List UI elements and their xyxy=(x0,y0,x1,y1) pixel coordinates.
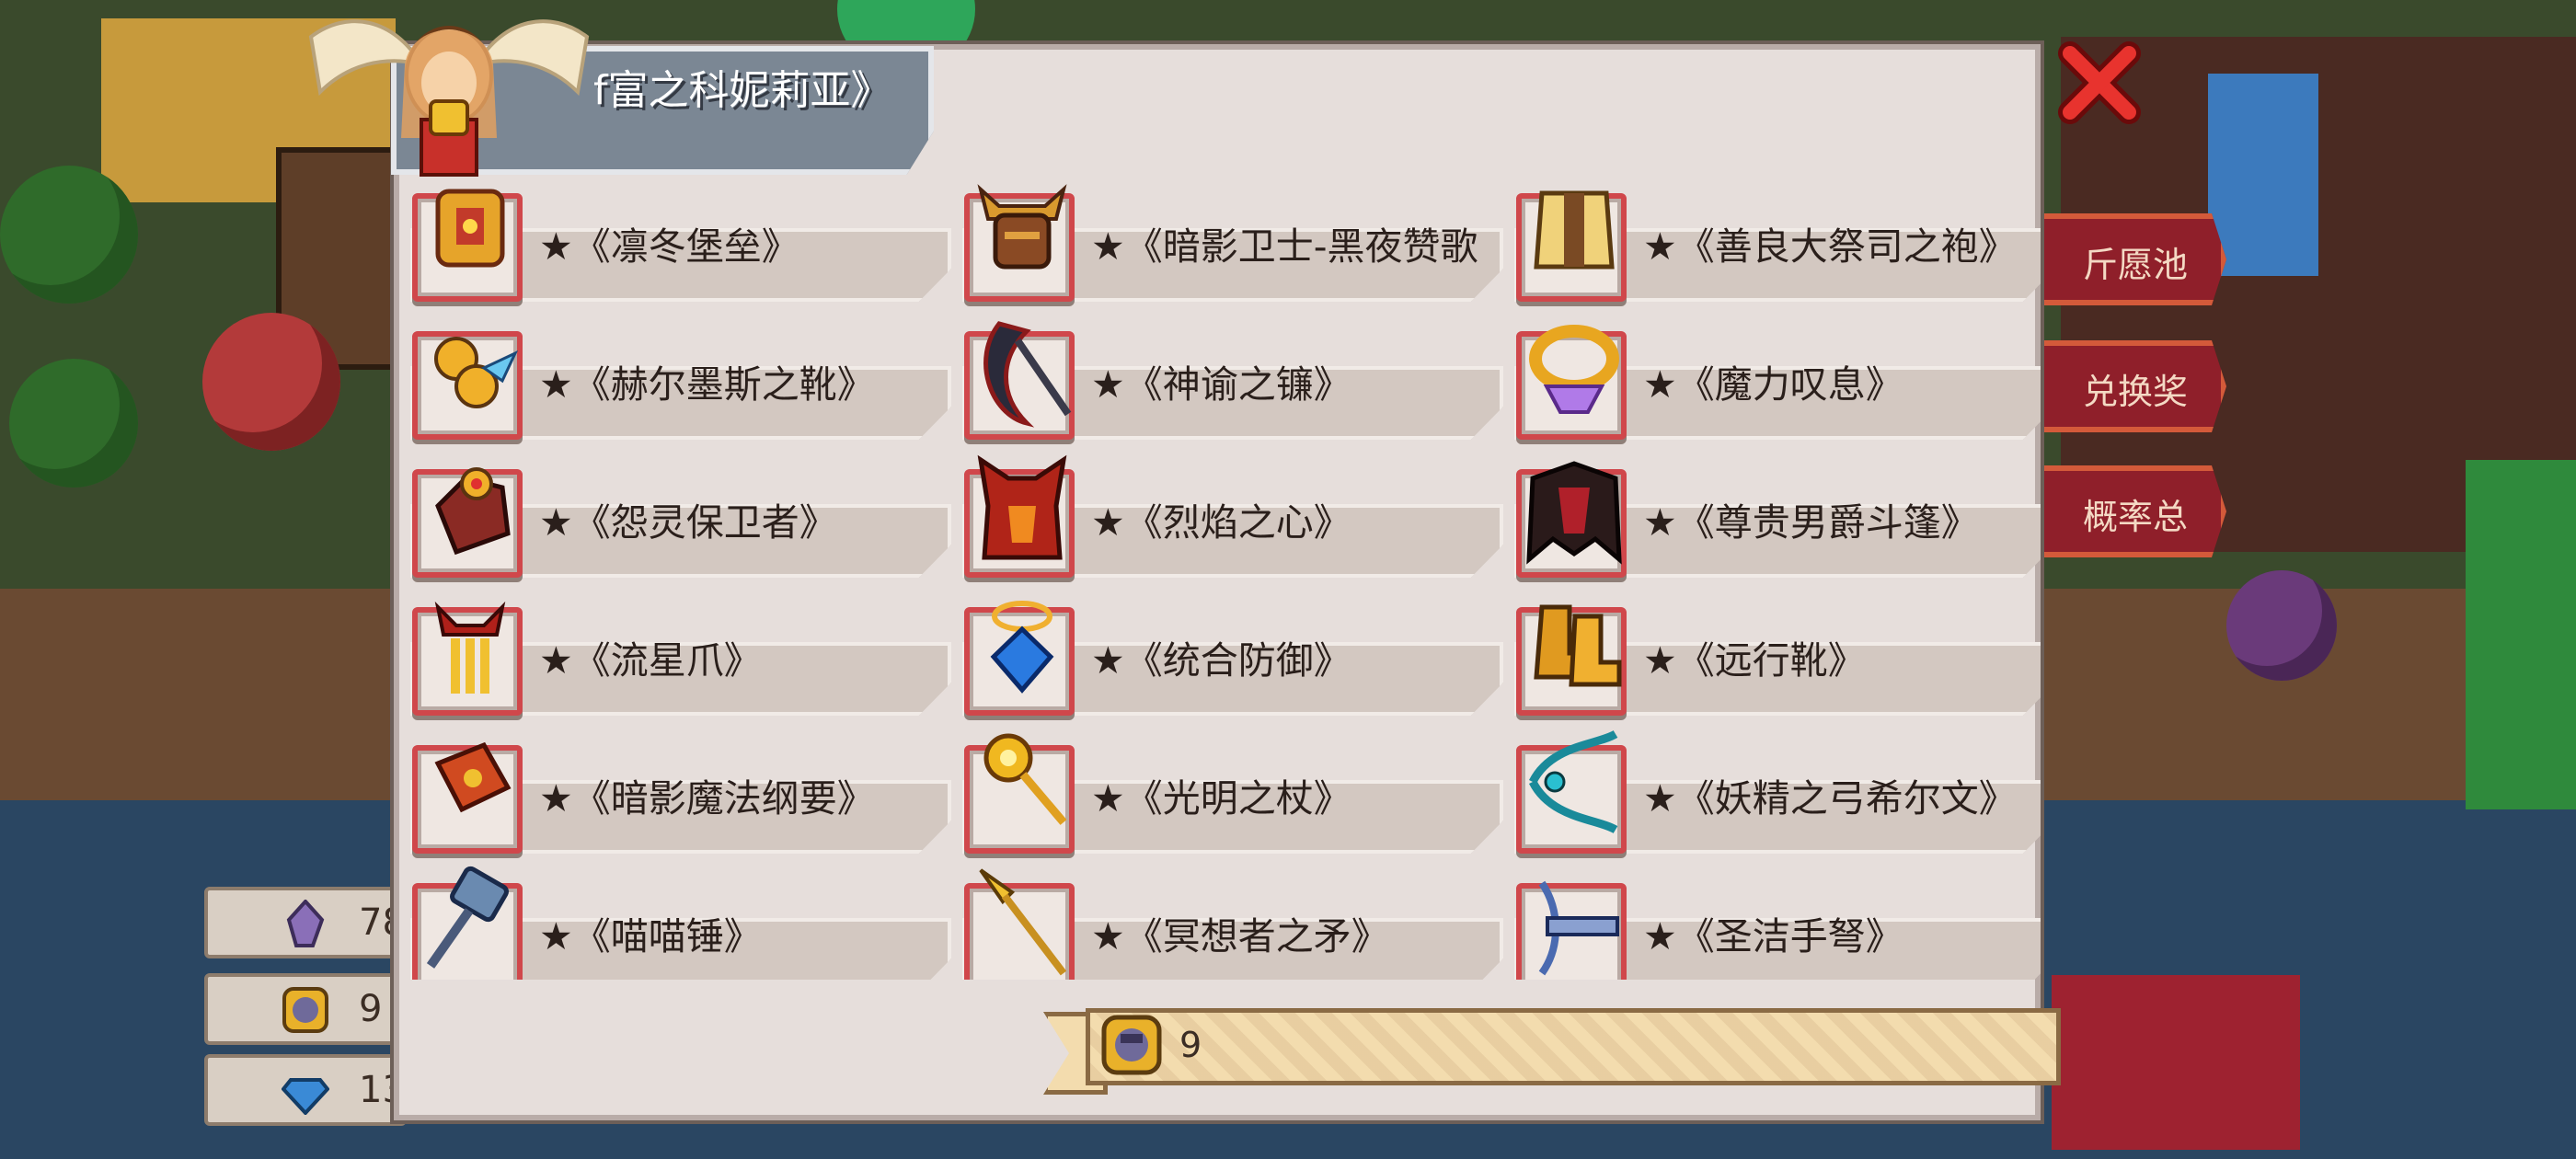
list-item[interactable]: ★《喵喵锤》 xyxy=(401,865,951,980)
list-item[interactable]: ★《流星爪》 xyxy=(401,589,951,717)
item-label: ★《凛冬堡垒》 xyxy=(539,224,799,269)
list-item[interactable]: ★《善良大祭司之袍》 xyxy=(1505,175,2041,304)
golden-armor-icon xyxy=(435,189,505,268)
item-label: ★《神谕之镰》 xyxy=(1091,362,1351,407)
list-item[interactable]: ★《光明之杖》 xyxy=(953,727,1503,855)
item-label: ★《赫尔墨斯之靴》 xyxy=(539,362,875,407)
item-row: ★《凛冬堡垒》 ★《暗影卫士-黑夜赞歌 ★《善良大祭司之袍》 xyxy=(401,175,2041,304)
cat-hammer-icon xyxy=(426,866,509,969)
currency-coin: 9 xyxy=(204,973,407,1045)
item-label: ★《暗影卫士-黑夜赞歌 xyxy=(1091,224,1478,269)
list-item[interactable]: ★《神谕之镰》 xyxy=(953,313,1503,442)
red-gauntlet-icon xyxy=(435,467,511,556)
list-item[interactable]: ★《暗影魔法纲要》 xyxy=(401,727,951,855)
list-item[interactable]: ★《魔力叹息》 xyxy=(1505,313,2041,442)
spear-icon xyxy=(979,868,1067,976)
page-title: f富之科妮莉亚》 xyxy=(593,67,891,114)
list-item[interactable]: ★《远行靴》 xyxy=(1505,589,2041,717)
tab-wish-pool[interactable]: 斤愿池 xyxy=(2042,213,2226,305)
character-coin-icon xyxy=(282,987,328,1033)
list-item[interactable]: ★《暗影卫士-黑夜赞歌 xyxy=(953,175,1503,304)
currency-bar xyxy=(1086,1008,2061,1085)
item-row: ★《暗影魔法纲要》 ★《光明之杖》 ★《妖精之弓希尔文》 xyxy=(401,727,2041,855)
item-row: ★《怨灵保卫者》 ★《烈焰之心》 ★《尊贵男爵斗篷》 xyxy=(401,451,2041,580)
travel-boots-icon xyxy=(1534,604,1622,687)
item-label: ★《怨灵保卫者》 xyxy=(539,500,837,545)
item-label: ★《冥想者之矛》 xyxy=(1091,914,1389,958)
purple-crystal-icon xyxy=(286,900,325,947)
item-label: ★《魔力叹息》 xyxy=(1643,362,1903,407)
item-row: ★《流星爪》 ★《统合防御》 ★《远行靴》 xyxy=(401,589,2041,717)
item-row: ★《喵喵锤》 ★《冥想者之矛》 ★《圣洁手弩》 xyxy=(401,865,2041,980)
blue-diamond-icon xyxy=(282,1078,329,1115)
horned-armor-icon xyxy=(977,184,1067,270)
close-button[interactable] xyxy=(2053,37,2145,129)
item-label: ★《流星爪》 xyxy=(539,638,762,683)
list-item[interactable]: ★《统合防御》 xyxy=(953,589,1503,717)
crossbow-icon xyxy=(1538,880,1619,976)
item-label: ★《烈焰之心》 xyxy=(1091,500,1351,545)
magic-ring-icon xyxy=(1529,325,1619,414)
baron-cloak-icon xyxy=(1526,461,1622,565)
item-label: ★《远行靴》 xyxy=(1643,638,1866,683)
item-row: ★《赫尔墨斯之靴》 ★《神谕之镰》 ★《魔力叹息》 xyxy=(401,313,2041,442)
winged-boots-icon xyxy=(434,337,519,408)
item-label: ★《尊贵男爵斗篷》 xyxy=(1643,500,1979,545)
priest-robe-icon xyxy=(1534,190,1615,270)
item-label: ★《光明之杖》 xyxy=(1091,776,1351,820)
item-label: ★《统合防御》 xyxy=(1091,638,1351,683)
currency-crystal: 78 xyxy=(204,887,407,958)
tab-exchange-rewards[interactable]: 兑换奖励 xyxy=(2042,340,2226,432)
close-icon xyxy=(2058,41,2141,124)
fairy-bow-icon xyxy=(1528,729,1618,834)
list-item[interactable]: ★《赫尔墨斯之靴》 xyxy=(401,313,951,442)
currency-diamond: 13 xyxy=(204,1054,407,1126)
character-coin-icon xyxy=(1101,1015,1162,1075)
item-label: ★《善良大祭司之袍》 xyxy=(1643,224,2017,269)
flame-armor-icon xyxy=(977,454,1067,560)
list-item[interactable]: ★《圣洁手弩》 xyxy=(1505,865,2041,980)
blue-gem-amulet-icon xyxy=(990,601,1054,694)
list-item[interactable]: ★《凛冬堡垒》 xyxy=(401,175,951,304)
list-item[interactable]: ★《烈焰之心》 xyxy=(953,451,1503,580)
scythe-icon xyxy=(983,321,1072,428)
item-label: ★《圣洁手弩》 xyxy=(1643,914,1903,958)
item-label: ★《喵喵锤》 xyxy=(539,914,762,958)
light-staff-icon xyxy=(983,733,1067,825)
currency-coin-value: 9 xyxy=(359,988,383,1030)
list-item[interactable]: ★《尊贵男爵斗篷》 xyxy=(1505,451,2041,580)
meteor-claw-icon xyxy=(434,601,506,694)
goddess-portrait-icon xyxy=(308,19,590,177)
item-label: ★《妖精之弓希尔文》 xyxy=(1643,776,2017,820)
spellbook-icon xyxy=(434,741,512,813)
tab-probability-overview[interactable]: 概率总览 xyxy=(2042,465,2226,557)
item-label: ★《暗影魔法纲要》 xyxy=(539,776,875,820)
list-item[interactable]: ★《妖精之弓希尔文》 xyxy=(1505,727,2041,855)
list-item[interactable]: ★《冥想者之矛》 xyxy=(953,865,1503,980)
currency-bar-value: 9 xyxy=(1179,1025,1202,1065)
list-item[interactable]: ★《怨灵保卫者》 xyxy=(401,451,951,580)
reward-item-list[interactable]: ★《凛冬堡垒》 ★《暗影卫士-黑夜赞歌 ★《善良大祭司之袍》 ★《赫尔墨斯之靴》… xyxy=(394,175,2041,980)
